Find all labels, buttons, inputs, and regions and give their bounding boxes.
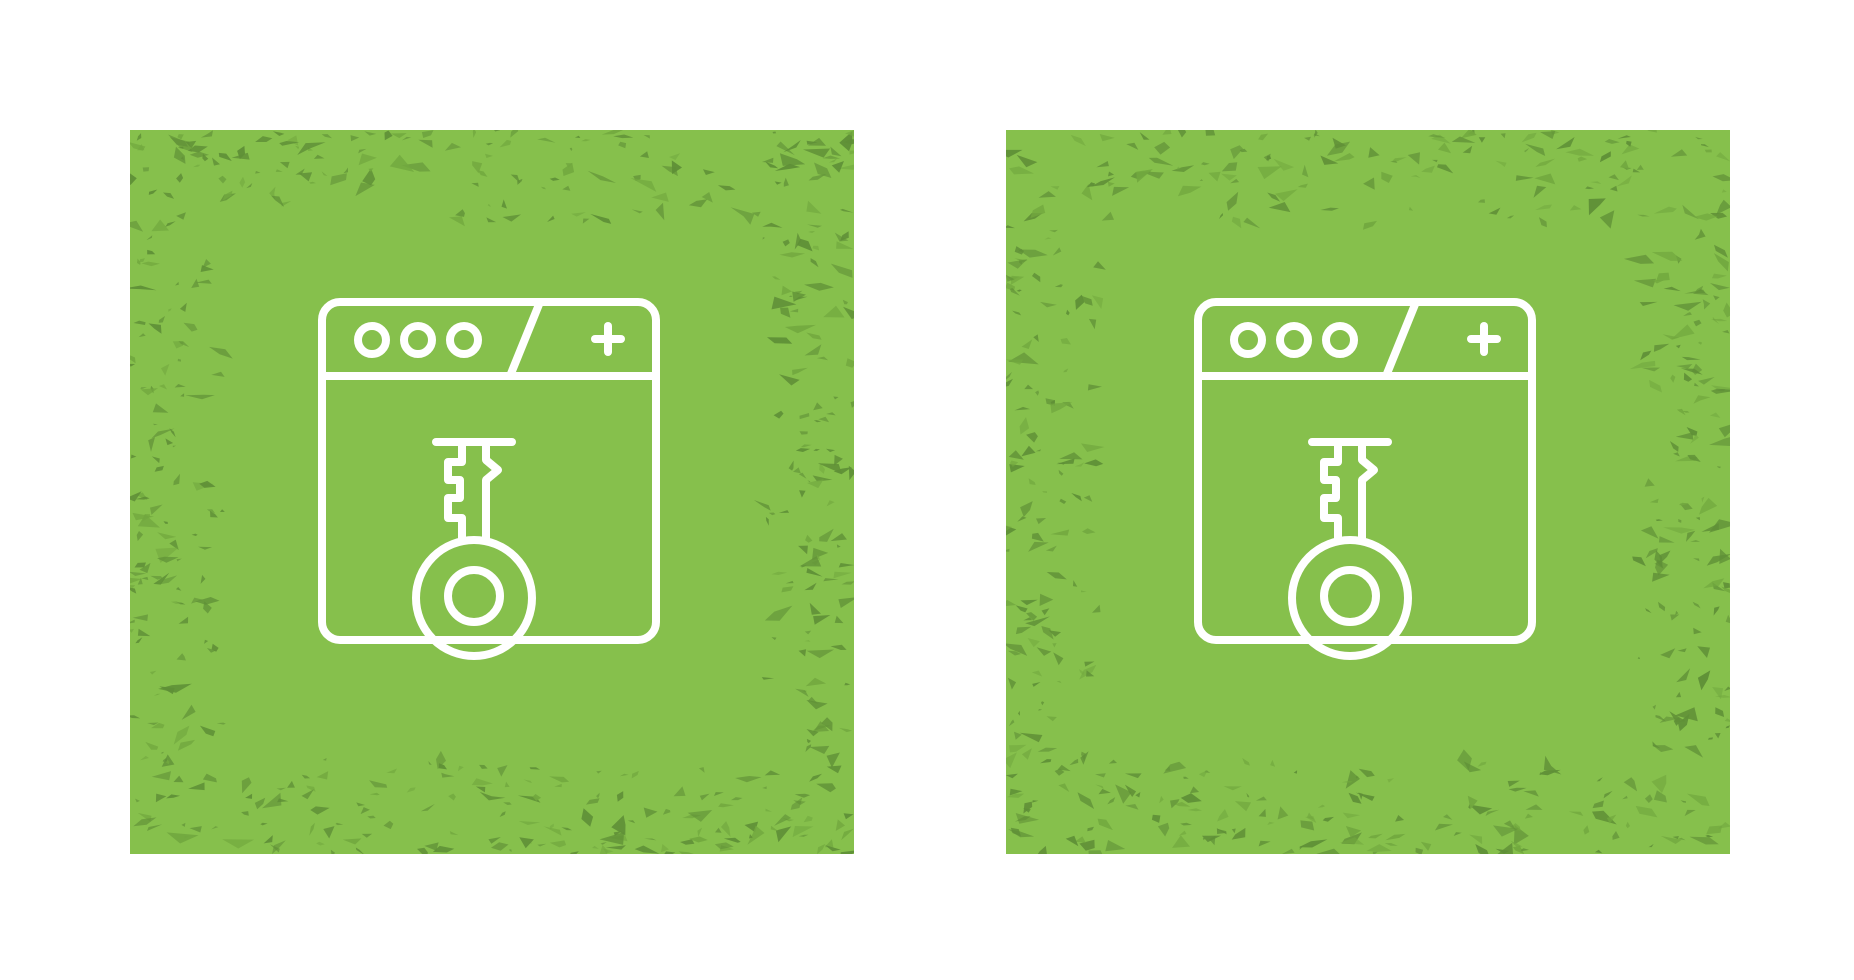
icon-tile-right — [1006, 130, 1730, 854]
texture-speck — [142, 167, 150, 172]
tile-background — [1006, 130, 1730, 854]
texture-speck — [1205, 130, 1216, 136]
browser-key-icon — [1006, 130, 1730, 854]
browser-key-icon — [130, 130, 854, 854]
icon-tile-left — [130, 130, 854, 854]
tile-background — [130, 130, 854, 854]
icon-sheet — [0, 0, 1854, 980]
